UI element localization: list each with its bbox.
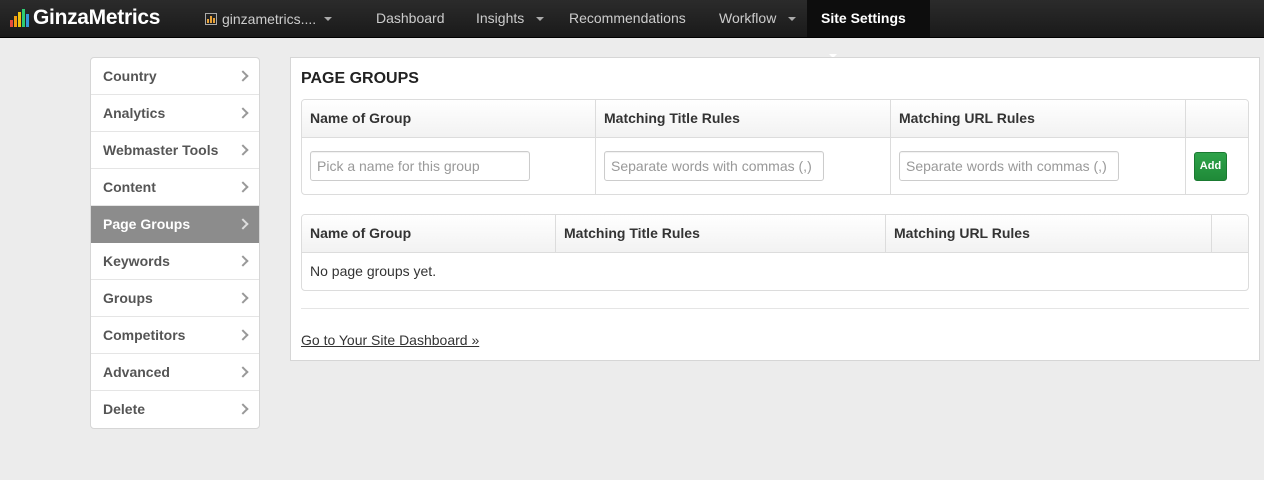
table-header-row: Name of Group Matching Title Rules Match… bbox=[302, 215, 1248, 253]
add-button[interactable]: Add bbox=[1194, 151, 1227, 181]
chevron-right-icon bbox=[237, 218, 249, 230]
site-selector-label: ginzametrics.... bbox=[222, 10, 317, 27]
group-name-input[interactable] bbox=[310, 151, 530, 181]
page-groups-list-table: Name of Group Matching Title Rules Match… bbox=[301, 214, 1249, 291]
sidebar-item-webmaster-tools[interactable]: Webmaster Tools bbox=[91, 132, 259, 169]
nav-site-settings[interactable]: Site Settings bbox=[807, 0, 930, 59]
table-row: Add bbox=[302, 138, 1248, 194]
nav-recommendations-label: Recommendations bbox=[569, 10, 686, 26]
sidebar-item-analytics[interactable]: Analytics bbox=[91, 95, 259, 132]
chevron-right-icon bbox=[237, 181, 249, 193]
divider bbox=[301, 308, 1249, 309]
url-rules-cell bbox=[891, 138, 1186, 194]
sidebar-item-label: Country bbox=[103, 68, 157, 84]
column-header-name: Name of Group bbox=[302, 100, 596, 137]
brand-name: GinzaMetrics bbox=[33, 6, 161, 29]
sidebar-item-competitors[interactable]: Competitors bbox=[91, 317, 259, 354]
site-dashboard-link[interactable]: Go to Your Site Dashboard » bbox=[301, 332, 479, 348]
bar-chart-logo-icon bbox=[10, 9, 30, 27]
chevron-right-icon bbox=[237, 366, 249, 378]
settings-sidebar: Country Analytics Webmaster Tools Conten… bbox=[90, 57, 260, 429]
sidebar-item-delete[interactable]: Delete bbox=[91, 391, 259, 428]
sidebar-item-content[interactable]: Content bbox=[91, 169, 259, 206]
empty-state-text: No page groups yet. bbox=[310, 263, 437, 279]
add-page-group-table: Name of Group Matching Title Rules Match… bbox=[301, 99, 1249, 195]
sidebar-item-keywords[interactable]: Keywords bbox=[91, 243, 259, 280]
chevron-right-icon bbox=[237, 403, 249, 415]
site-selector-dropdown[interactable]: ginzametrics.... bbox=[205, 0, 333, 37]
column-header-url-rules: Matching URL Rules bbox=[886, 215, 1212, 252]
nav-site-settings-label: Site Settings bbox=[821, 10, 906, 26]
title-rules-input[interactable] bbox=[604, 151, 824, 181]
top-navbar: GinzaMetrics ginzametrics.... Dashboard … bbox=[0, 0, 1264, 59]
sidebar-item-page-groups[interactable]: Page Groups bbox=[91, 206, 259, 243]
page-groups-panel: PAGE GROUPS Name of Group Matching Title… bbox=[290, 57, 1260, 361]
column-header-actions bbox=[1186, 100, 1248, 137]
column-header-url-rules: Matching URL Rules bbox=[891, 100, 1186, 137]
caret-down-icon bbox=[536, 17, 545, 22]
chevron-right-icon bbox=[237, 329, 249, 341]
column-header-title-rules: Matching Title Rules bbox=[556, 215, 886, 252]
sidebar-item-label: Keywords bbox=[103, 253, 170, 269]
sidebar-item-label: Page Groups bbox=[103, 216, 191, 232]
chevron-right-icon bbox=[237, 70, 249, 82]
nav-insights-label: Insights bbox=[476, 10, 525, 26]
chevron-right-icon bbox=[237, 292, 249, 304]
nav-insights[interactable]: Insights bbox=[462, 0, 558, 37]
page-title: PAGE GROUPS bbox=[301, 70, 419, 87]
sidebar-item-groups[interactable]: Groups bbox=[91, 280, 259, 317]
sidebar-item-label: Groups bbox=[103, 290, 153, 306]
chevron-right-icon bbox=[237, 107, 249, 119]
caret-down-icon bbox=[788, 17, 797, 22]
sidebar-item-label: Content bbox=[103, 179, 156, 195]
chevron-right-icon bbox=[237, 144, 249, 156]
title-rules-cell bbox=[596, 138, 891, 194]
sidebar-item-label: Competitors bbox=[103, 327, 186, 343]
sidebar-item-label: Advanced bbox=[103, 364, 170, 380]
table-header-row: Name of Group Matching Title Rules Match… bbox=[302, 100, 1248, 138]
column-header-name: Name of Group bbox=[302, 215, 556, 252]
sidebar-item-label: Analytics bbox=[103, 105, 166, 121]
name-cell bbox=[302, 138, 596, 194]
nav-dashboard-label: Dashboard bbox=[376, 10, 445, 26]
chevron-right-icon bbox=[237, 255, 249, 267]
nav-dashboard[interactable]: Dashboard bbox=[362, 0, 459, 37]
actions-cell: Add bbox=[1186, 138, 1248, 194]
sidebar-item-label: Delete bbox=[103, 401, 146, 417]
nav-workflow-label: Workflow bbox=[719, 10, 777, 26]
caret-down-icon bbox=[324, 16, 333, 21]
url-rules-input[interactable] bbox=[899, 151, 1119, 181]
nav-recommendations[interactable]: Recommendations bbox=[555, 0, 700, 37]
site-chart-icon bbox=[205, 12, 217, 25]
nav-workflow[interactable]: Workflow bbox=[705, 0, 810, 37]
column-header-actions bbox=[1212, 215, 1248, 252]
sidebar-item-country[interactable]: Country bbox=[91, 58, 259, 95]
brand-logo[interactable]: GinzaMetrics bbox=[10, 5, 160, 31]
column-header-title-rules: Matching Title Rules bbox=[596, 100, 891, 137]
sidebar-item-advanced[interactable]: Advanced bbox=[91, 354, 259, 391]
sidebar-item-label: Webmaster Tools bbox=[103, 142, 219, 158]
